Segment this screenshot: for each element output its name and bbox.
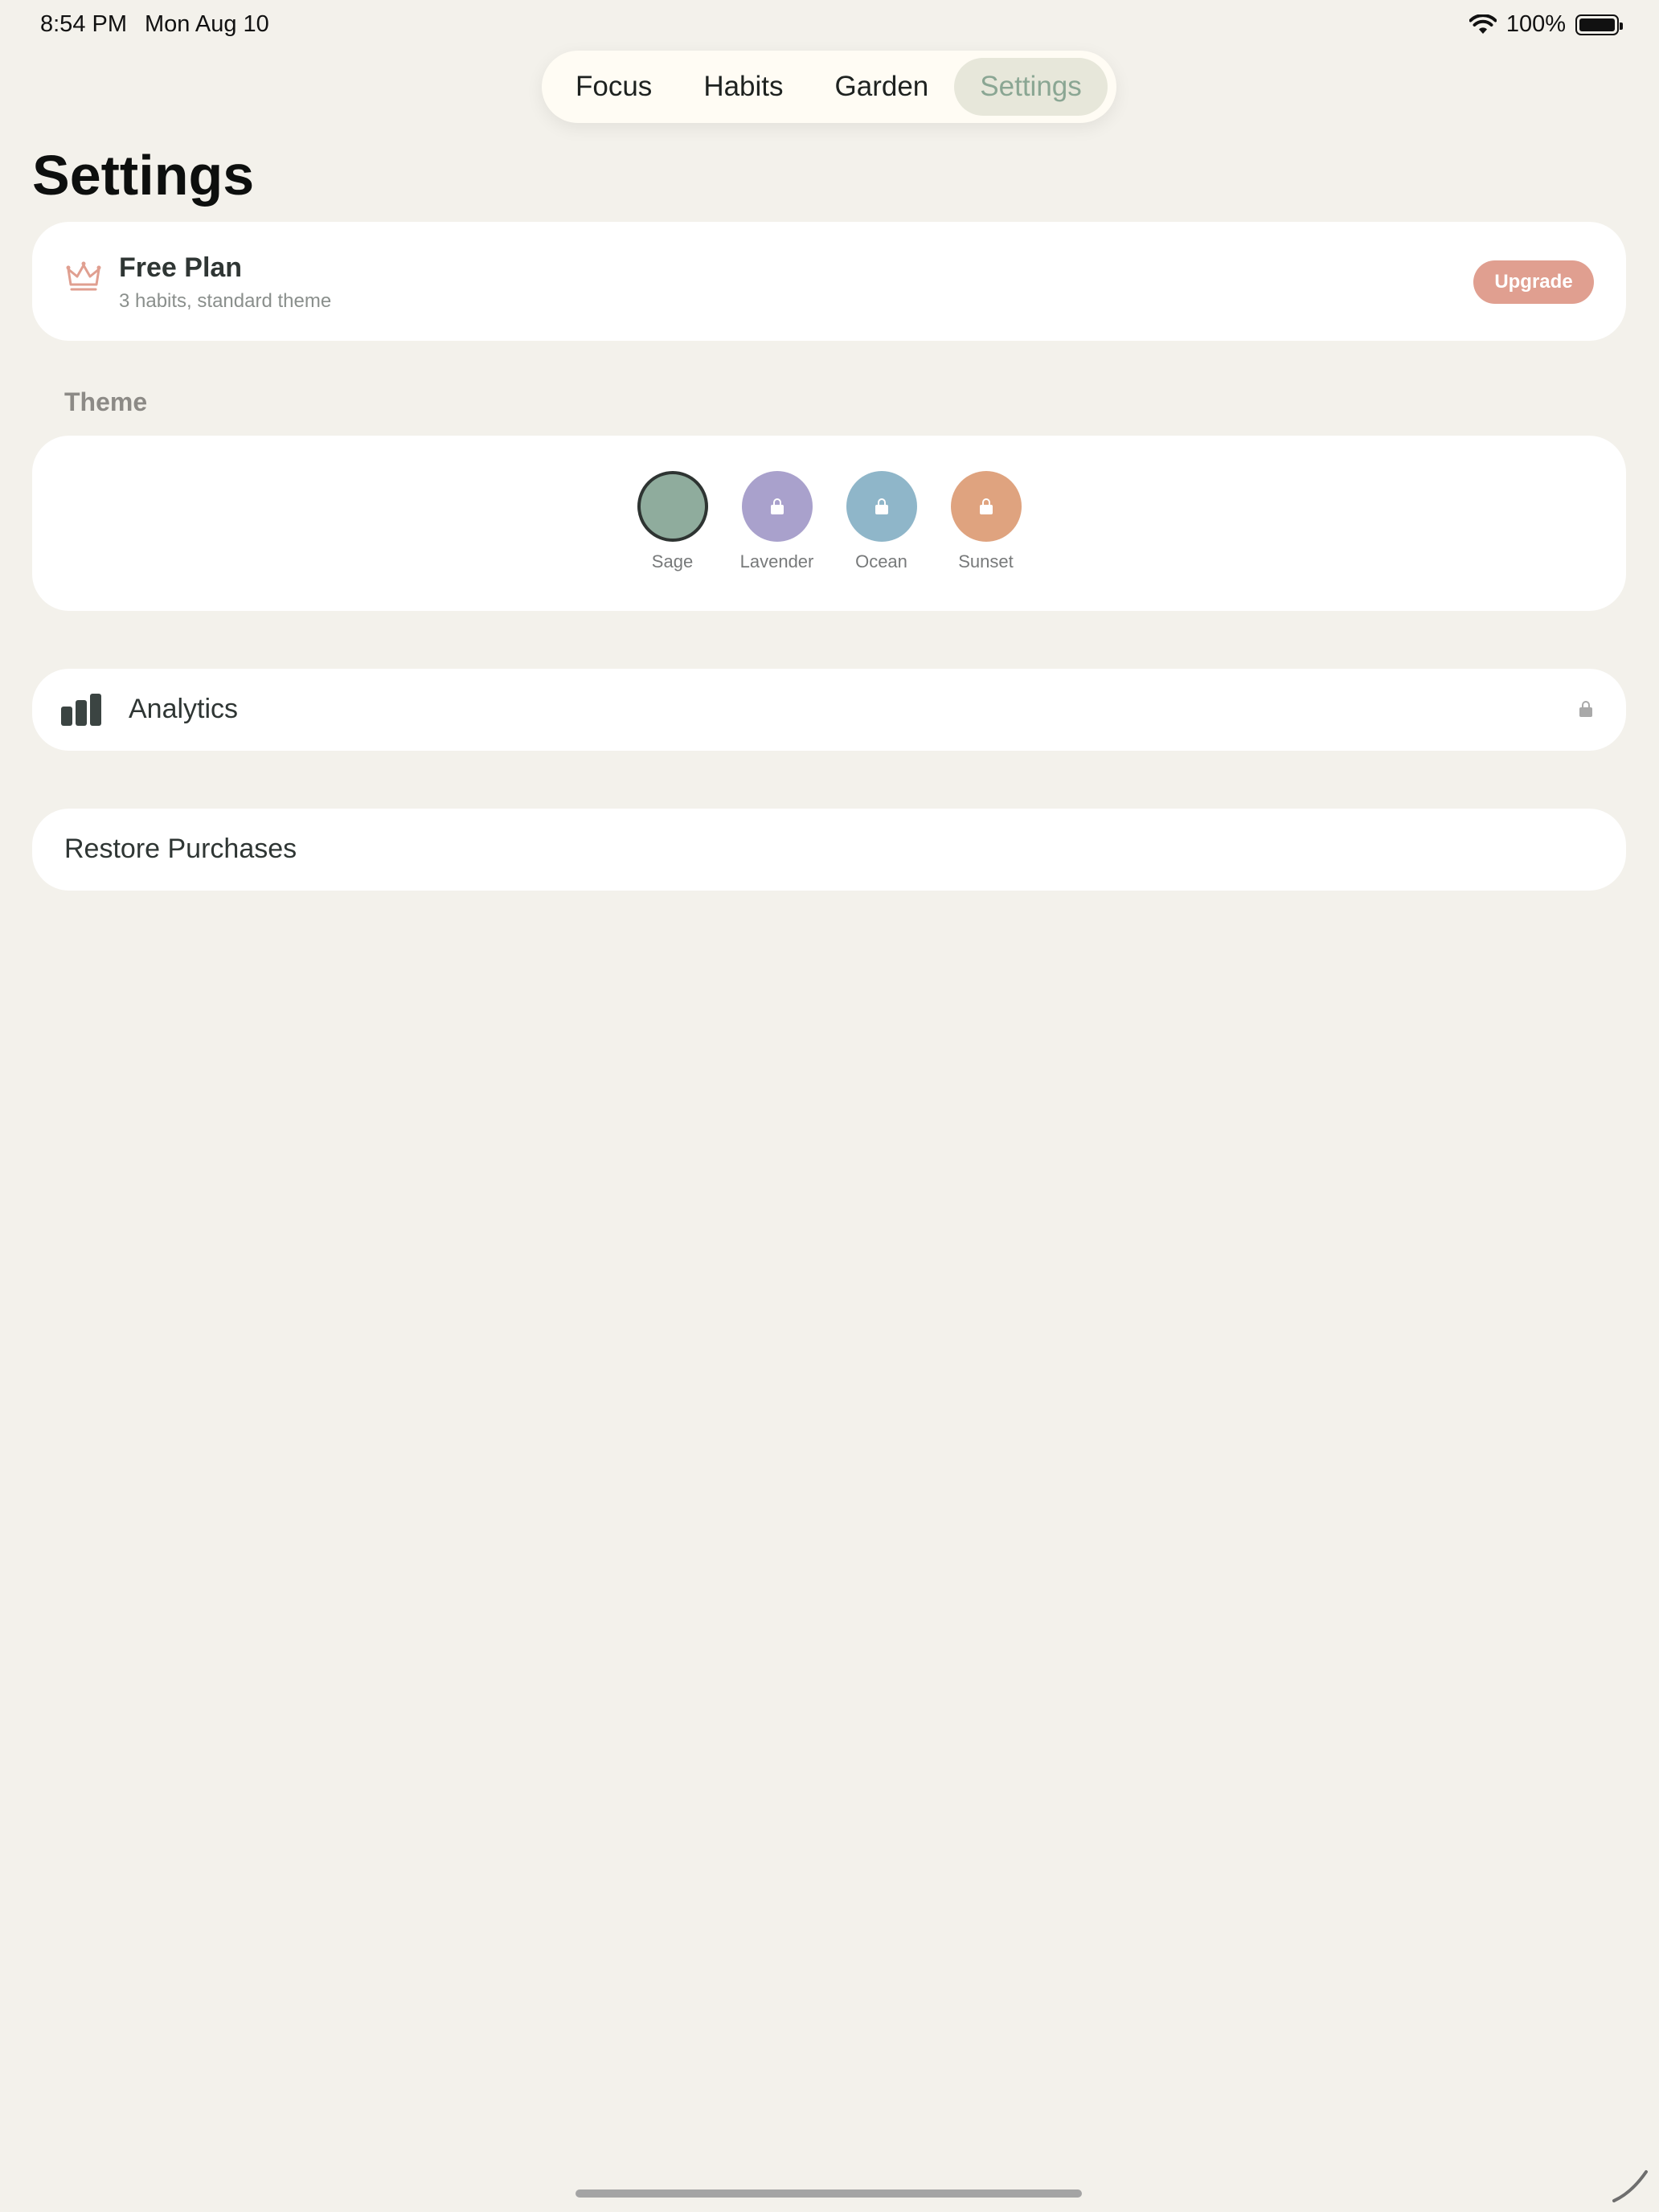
pencil-scribble-icon <box>1612 2170 1648 2202</box>
tab-settings[interactable]: Settings <box>954 58 1108 116</box>
swatch-label: Lavender <box>739 551 814 571</box>
tab-bar: Focus Habits Garden Settings <box>542 51 1116 123</box>
lock-icon <box>875 498 888 514</box>
swatch-circle <box>846 471 917 542</box>
plan-description: 3 habits, standard theme <box>119 290 332 312</box>
restore-purchases-button[interactable]: Restore Purchases <box>32 809 1626 891</box>
lock-icon <box>1579 701 1592 717</box>
lock-icon <box>979 498 993 514</box>
theme-swatch-sunset[interactable]: Sunset <box>950 471 1022 572</box>
plan-name: Free Plan <box>119 252 243 283</box>
settings-screen: 8:54 PM Mon Aug 10 100% Focus Habits Gar… <box>0 0 1659 2212</box>
theme-swatch-lavender[interactable]: Lavender <box>739 471 814 572</box>
theme-swatches: Sage Lavender Ocean Sunset <box>32 471 1626 572</box>
battery-icon <box>1575 14 1623 35</box>
theme-swatch-ocean[interactable]: Ocean <box>846 471 918 572</box>
status-time: 8:54 PM <box>40 11 127 37</box>
analytics-row[interactable]: Analytics <box>32 669 1626 751</box>
swatch-label: Sunset <box>958 551 1014 571</box>
crown-icon <box>66 261 101 291</box>
theme-section-header: Theme <box>64 387 148 416</box>
theme-card: Sage Lavender Ocean Sunset <box>32 436 1626 611</box>
home-indicator[interactable] <box>576 2189 1082 2198</box>
bar-chart-icon <box>61 694 106 726</box>
status-date: Mon Aug 10 <box>145 11 269 37</box>
analytics-label: Analytics <box>129 694 239 724</box>
plan-card: Free Plan 3 habits, standard theme Upgra… <box>32 222 1626 341</box>
swatch-label: Ocean <box>855 551 907 571</box>
lock-icon <box>770 498 784 514</box>
page-title: Settings <box>32 144 255 207</box>
swatch-circle <box>741 471 813 542</box>
upgrade-button[interactable]: Upgrade <box>1473 260 1594 304</box>
theme-swatch-sage[interactable]: Sage <box>637 471 709 572</box>
swatch-circle <box>950 471 1022 542</box>
wifi-icon <box>1469 14 1497 34</box>
tab-habits[interactable]: Habits <box>678 58 809 116</box>
restore-purchases-label: Restore Purchases <box>64 834 297 864</box>
status-indicators: 100% <box>1469 11 1623 38</box>
swatch-label: Sage <box>651 551 694 571</box>
tab-focus[interactable]: Focus <box>550 58 678 116</box>
battery-percentage: 100% <box>1505 11 1566 37</box>
swatch-circle <box>637 471 708 542</box>
tab-garden[interactable]: Garden <box>809 58 955 116</box>
